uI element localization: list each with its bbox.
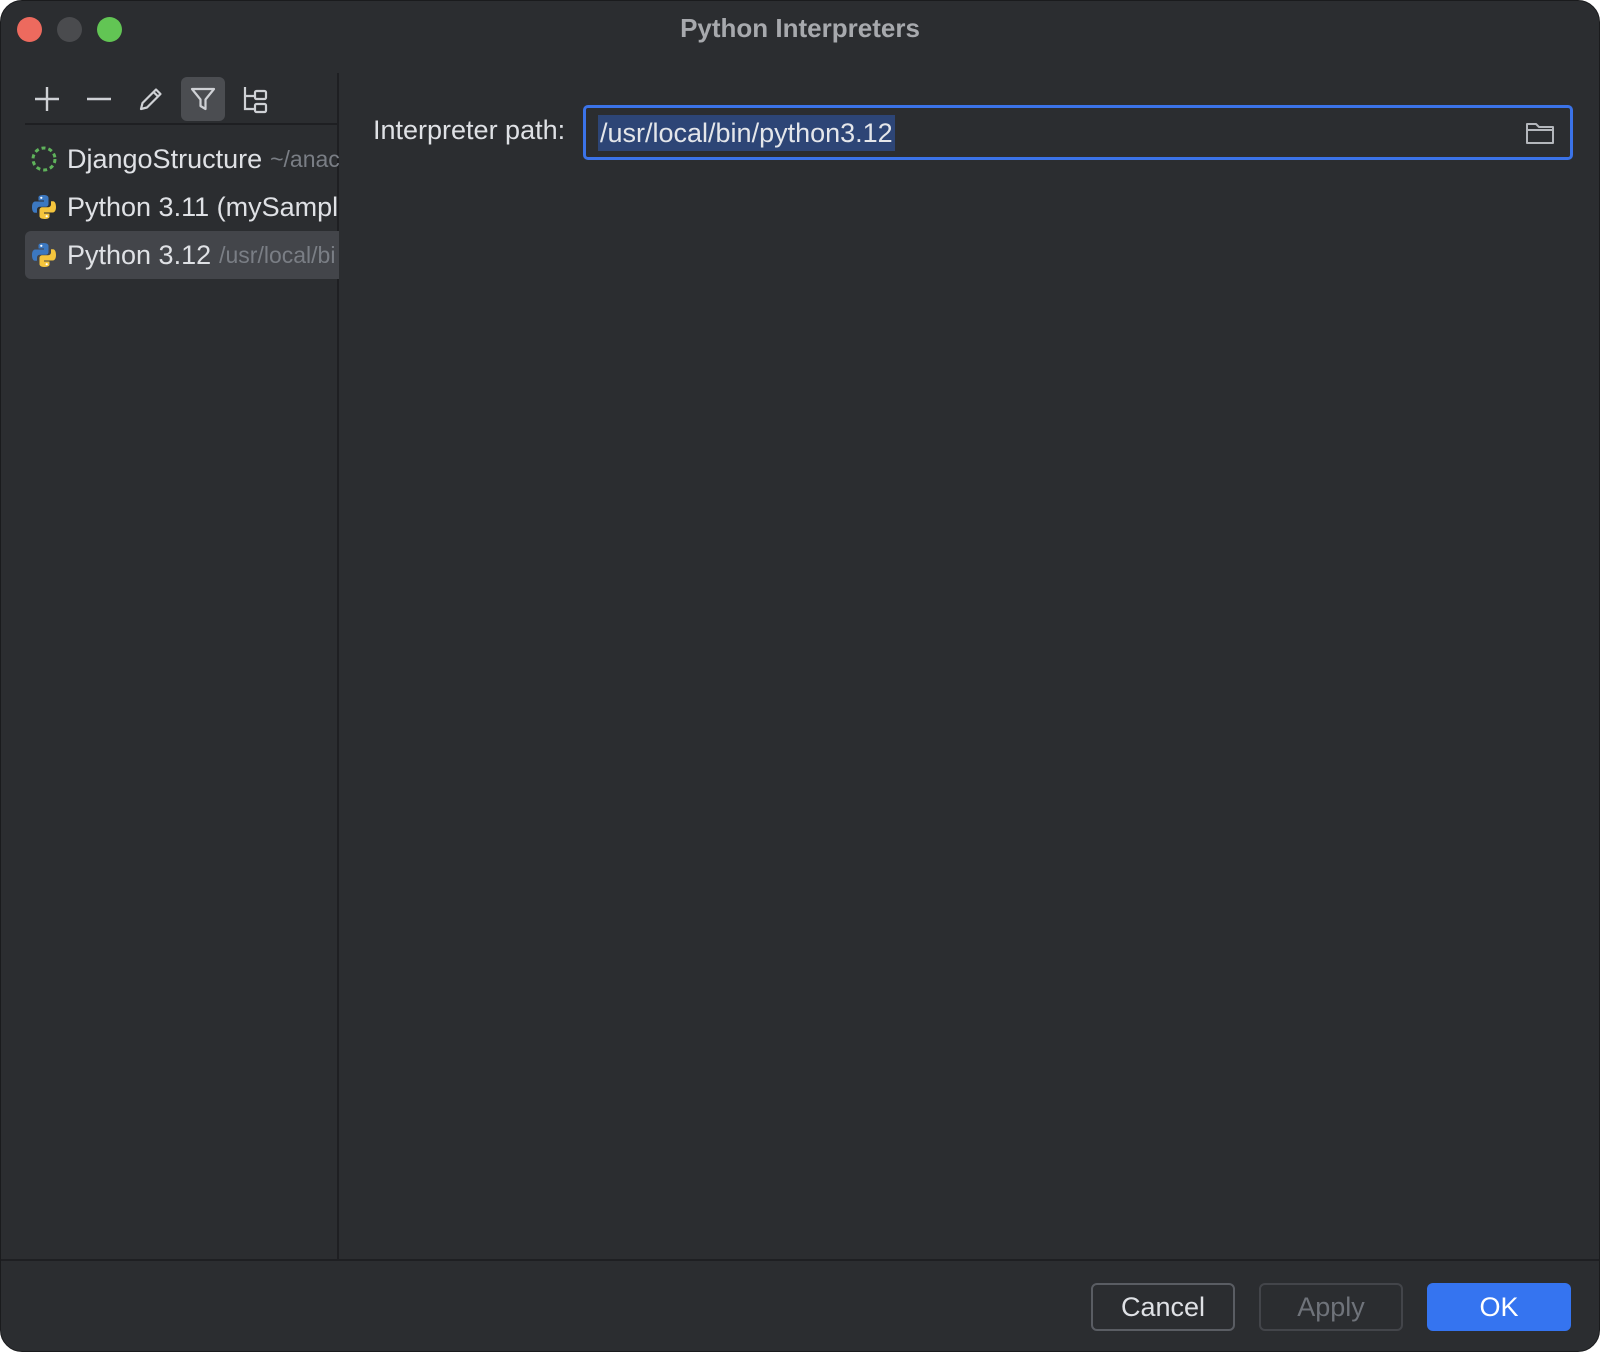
interpreter-path-value[interactable]: /usr/local/bin/python3.12: [598, 115, 895, 151]
interpreter-path-label: Interpreter path:: [373, 115, 565, 146]
python-interpreters-dialog: Python Interpreters: [0, 0, 1600, 1352]
list-item[interactable]: DjangoStructure ~/anac: [25, 135, 339, 183]
interpreter-path: /usr/local/bi: [219, 242, 335, 269]
interpreter-list-panel: DjangoStructure ~/anac Python 3.11 (mySa…: [1, 73, 339, 1261]
remove-interpreter-button[interactable]: [77, 77, 121, 121]
filter-button[interactable]: [181, 77, 225, 121]
ok-button[interactable]: OK: [1427, 1283, 1571, 1331]
list-item-selected[interactable]: Python 3.12 /usr/local/bi: [25, 231, 339, 279]
browse-folder-button[interactable]: [1524, 118, 1556, 148]
show-paths-button[interactable]: [233, 77, 277, 121]
minus-icon: [84, 84, 114, 114]
title-bar: Python Interpreters: [1, 1, 1599, 57]
window-title: Python Interpreters: [1, 13, 1599, 44]
list-item[interactable]: Python 3.11 (mySampl: [25, 183, 339, 231]
interpreter-list: DjangoStructure ~/anac Python 3.11 (mySa…: [25, 135, 339, 279]
edit-interpreter-button[interactable]: [129, 77, 173, 121]
cancel-button[interactable]: Cancel: [1091, 1283, 1235, 1331]
apply-button[interactable]: Apply: [1259, 1283, 1403, 1331]
plus-icon: [32, 84, 62, 114]
interpreter-details-panel: Interpreter path: /usr/local/bin/python3…: [341, 73, 1599, 1261]
dialog-footer: Cancel Apply OK: [1, 1259, 1599, 1351]
add-interpreter-button[interactable]: [25, 77, 69, 121]
python-icon: [29, 240, 59, 270]
pencil-icon: [136, 84, 166, 114]
filter-icon: [188, 84, 218, 114]
tree-icon: [240, 84, 270, 114]
folder-icon: [1524, 118, 1556, 148]
interpreter-name: DjangoStructure: [67, 144, 262, 175]
interpreter-name: Python 3.11 (mySampl: [67, 192, 338, 223]
interpreter-toolbar: [25, 73, 339, 125]
python-icon: [29, 192, 59, 222]
interpreter-path: ~/anac: [270, 146, 339, 173]
interpreter-name: Python 3.12: [67, 240, 211, 271]
conda-loading-icon: [29, 144, 59, 174]
interpreter-path-field[interactable]: /usr/local/bin/python3.12: [583, 105, 1573, 160]
